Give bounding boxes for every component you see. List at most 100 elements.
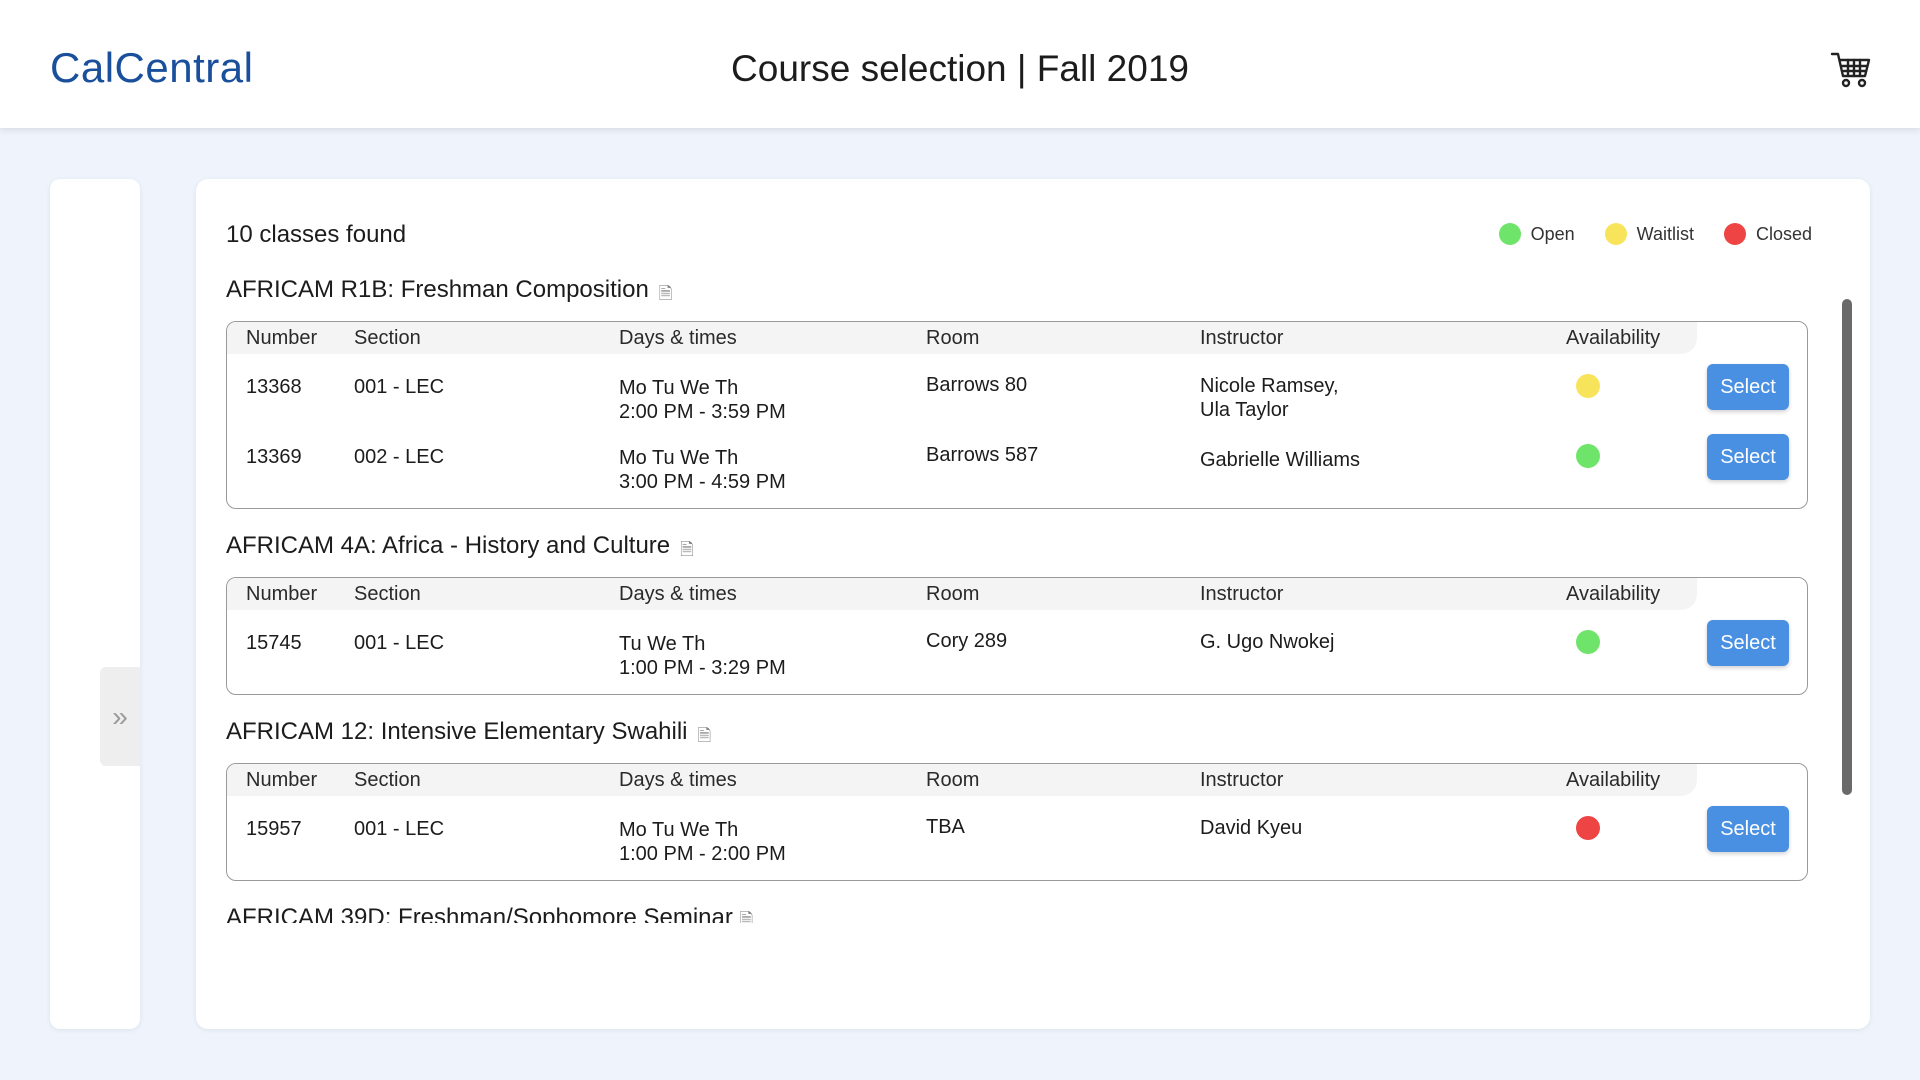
header-number: Number	[246, 326, 318, 349]
legend-waitlist: Waitlist	[1604, 223, 1694, 245]
days-times: Tu We Th 1:00 PM - 3:29 PM	[619, 610, 926, 680]
page-title: Course selection | Fall 2019	[731, 48, 1189, 89]
room: Cory 289	[926, 630, 1008, 652]
open-status-icon	[1576, 630, 1600, 654]
double-chevron-right-icon: »	[112, 700, 128, 732]
course-title-text: AFRICAM R1B: Freshman Composition	[226, 276, 649, 303]
table-row: 15745 001 - LEC Tu We Th 1:00 PM - 3:29 …	[227, 610, 1807, 680]
times: 1:00 PM - 2:00 PM	[619, 843, 786, 865]
table-row: 15957 001 - LEC Mo Tu We Th 1:00 PM - 2:…	[227, 796, 1807, 866]
legend-label: Waitlist	[1636, 223, 1694, 244]
instructor: David Kyeu	[1200, 796, 1566, 840]
times: 3:00 PM - 4:59 PM	[619, 471, 786, 493]
table-header: Number Section Days & times Room Instruc…	[227, 764, 1697, 796]
availability-cell	[1566, 610, 1696, 654]
open-dot-icon	[1498, 223, 1521, 245]
header-room: Room	[926, 768, 980, 791]
instructor-line: David Kyeu	[1200, 817, 1303, 839]
course-card: AFRICAM 12: Intensive Elementary Swahili…	[226, 717, 1808, 881]
table-row: 13369 002 - LEC Mo Tu We Th 3:00 PM - 4:…	[227, 424, 1807, 494]
instructor: G. Ugo Nwokej	[1200, 610, 1566, 654]
section-number: 13369	[246, 446, 302, 468]
document-icon[interactable]: 🗎	[740, 910, 754, 923]
results-count: 10 classes found	[226, 221, 407, 248]
shopping-cart-icon[interactable]	[1830, 50, 1872, 90]
course-card: AFRICAM 4A: Africa - History and Culture…	[226, 531, 1808, 695]
sections-table: Number Section Days & times Room Instruc…	[226, 763, 1808, 881]
header-availability: Availability	[1566, 582, 1661, 605]
room: Barrows 80	[926, 374, 1028, 396]
availability-cell	[1566, 796, 1696, 840]
availability-cell	[1566, 424, 1696, 468]
section-number: 15957	[246, 818, 302, 840]
instructor-line: Nicole Ramsey,	[1200, 375, 1339, 397]
course-title: AFRICAM 12: Intensive Elementary Swahili…	[226, 717, 1808, 763]
room: TBA	[926, 816, 965, 838]
header-number: Number	[246, 768, 318, 791]
course-title: AFRICAM 4A: Africa - History and Culture…	[226, 531, 1808, 577]
header-days: Days & times	[619, 326, 737, 349]
days: Mo Tu We Th	[619, 377, 739, 399]
section-type: 001 - LEC	[354, 818, 445, 840]
course-list[interactable]: AFRICAM R1B: Freshman Composition 🗎 Numb…	[226, 275, 1808, 980]
header-number: Number	[246, 582, 318, 605]
instructor: Gabrielle Williams	[1200, 424, 1566, 472]
document-icon[interactable]: 🗎	[698, 721, 712, 751]
room: Barrows 587	[926, 444, 1039, 466]
waitlist-status-icon	[1576, 374, 1600, 398]
section-type: 001 - LEC	[354, 376, 445, 398]
document-icon[interactable]: 🗎	[680, 535, 694, 565]
legend-open: Open	[1498, 223, 1575, 245]
header-availability: Availability	[1566, 768, 1661, 791]
header-section: Section	[354, 768, 421, 791]
course-title: AFRICAM R1B: Freshman Composition 🗎	[226, 275, 1808, 321]
section-type: 002 - LEC	[354, 446, 445, 468]
days: Mo Tu We Th	[619, 819, 739, 841]
instructor-line: G. Ugo Nwokej	[1200, 631, 1335, 653]
days-times: Mo Tu We Th 1:00 PM - 2:00 PM	[619, 796, 926, 866]
document-icon[interactable]: 🗎	[659, 279, 673, 309]
times: 1:00 PM - 3:29 PM	[619, 657, 786, 679]
scrollbar[interactable]	[1842, 299, 1852, 799]
table-header: Number Section Days & times Room Instruc…	[227, 322, 1697, 354]
course-card: AFRICAM R1B: Freshman Composition 🗎 Numb…	[226, 275, 1808, 509]
header-room: Room	[926, 582, 980, 605]
select-button[interactable]: Select	[1707, 620, 1789, 666]
section-type: 001 - LEC	[354, 632, 445, 654]
header-instructor: Instructor	[1200, 768, 1284, 791]
section-number: 13368	[246, 376, 302, 398]
results-panel: 10 classes found Open Waitlist Closed AF…	[196, 179, 1870, 1029]
select-button[interactable]: Select	[1707, 364, 1789, 410]
table-row: 13368 001 - LEC Mo Tu We Th 2:00 PM - 3:…	[227, 354, 1807, 424]
header-instructor: Instructor	[1200, 582, 1284, 605]
header-days: Days & times	[619, 582, 737, 605]
course-title-text: AFRICAM 12: Intensive Elementary Swahili	[226, 718, 688, 745]
legend-label: Closed	[1755, 223, 1812, 244]
open-status-icon	[1576, 444, 1600, 468]
waitlist-dot-icon	[1604, 223, 1627, 245]
course-title-text: AFRICAM 39D: Freshman/Sophomore Seminar	[226, 904, 733, 923]
table-header: Number Section Days & times Room Instruc…	[227, 578, 1697, 610]
times: 2:00 PM - 3:59 PM	[619, 401, 786, 423]
header-room: Room	[926, 326, 980, 349]
closed-dot-icon	[1723, 223, 1746, 245]
course-title: AFRICAM 39D: Freshman/Sophomore Seminar …	[226, 903, 1808, 923]
closed-status-icon	[1576, 816, 1600, 840]
header-section: Section	[354, 326, 421, 349]
legend-label: Open	[1530, 223, 1575, 244]
days: Tu We Th	[619, 633, 706, 655]
section-number: 15745	[246, 632, 302, 654]
select-button[interactable]: Select	[1707, 434, 1789, 480]
availability-legend: Open Waitlist Closed	[1498, 223, 1812, 245]
header-instructor: Instructor	[1200, 326, 1284, 349]
scrollbar-thumb[interactable]	[1842, 299, 1852, 795]
top-header: CalCentral Course selection | Fall 2019	[0, 0, 1920, 128]
select-button[interactable]: Select	[1707, 806, 1789, 852]
days-times: Mo Tu We Th 2:00 PM - 3:59 PM	[619, 354, 926, 424]
header-days: Days & times	[619, 768, 737, 791]
sidebar-panel	[50, 179, 140, 1029]
expand-sidebar-button[interactable]: »	[100, 667, 140, 766]
instructor-line: Gabrielle Williams	[1200, 449, 1361, 471]
days-times: Mo Tu We Th 3:00 PM - 4:59 PM	[619, 424, 926, 494]
course-title-text: AFRICAM 4A: Africa - History and Culture	[226, 532, 671, 559]
